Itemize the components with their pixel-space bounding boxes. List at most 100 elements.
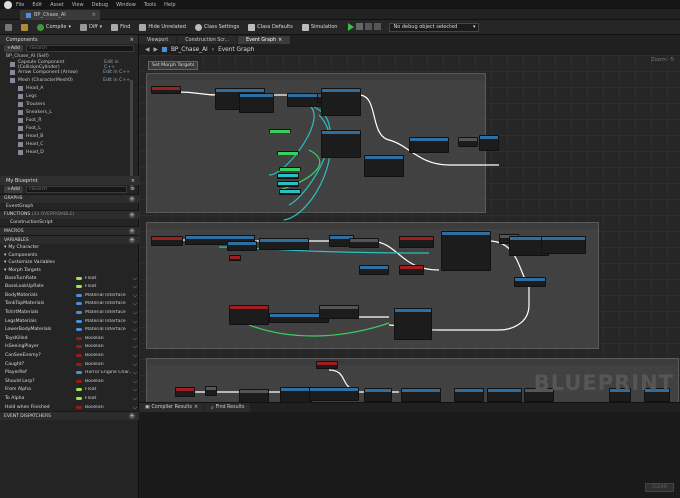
visibility-icon[interactable]: ◡ (133, 301, 137, 306)
menu-debug[interactable]: Debug (92, 2, 108, 8)
construction-script-item[interactable]: ConstructionScript (0, 219, 139, 226)
variable-row[interactable]: PlayerRef Horror Engine Char... ◡ (0, 368, 139, 377)
save-button[interactable] (5, 23, 12, 31)
blueprint-node[interactable] (259, 238, 309, 250)
diff-button[interactable]: Diff ▾ (79, 23, 102, 31)
menu-help[interactable]: Help (164, 2, 175, 8)
tab-compiler-results[interactable]: ▣ Compiler Results × (139, 403, 205, 412)
tab-find-results[interactable]: ⌕ Find Results (205, 403, 251, 412)
forward-arrow-icon[interactable]: ▶ (153, 47, 157, 53)
close-icon[interactable]: × (278, 38, 282, 43)
blueprint-node[interactable] (309, 387, 359, 401)
blueprint-node[interactable] (319, 305, 359, 319)
options-icon[interactable] (374, 23, 382, 30)
blueprint-node[interactable] (409, 137, 449, 153)
find-button[interactable]: Find (111, 23, 130, 31)
macros-section[interactable]: MACROS + (0, 226, 139, 236)
blueprint-node[interactable] (151, 236, 183, 246)
component-item[interactable]: Head_A (0, 85, 138, 93)
event-graph-item[interactable]: EventGraph (0, 203, 139, 210)
visibility-icon[interactable]: ◡ (133, 396, 137, 401)
variable-row[interactable]: LegsMaterials Material Interface ◡ (0, 317, 139, 326)
blueprint-node[interactable] (269, 129, 291, 133)
add-function-icon[interactable]: + (129, 211, 135, 218)
blueprint-node[interactable] (280, 387, 312, 402)
stop-icon[interactable] (365, 23, 373, 30)
blueprint-node[interactable] (227, 241, 257, 251)
visibility-icon[interactable]: ◡ (133, 344, 137, 349)
visibility-icon[interactable]: ◡ (133, 319, 137, 324)
compile-button[interactable]: Compile ▾ (37, 23, 71, 31)
my-blueprint-search-input[interactable]: ⌕ Search (25, 185, 127, 193)
variable-row[interactable]: ToysKilled Boolean ◡ (0, 334, 139, 343)
visibility-icon[interactable]: ◡ (133, 405, 137, 410)
blueprint-node[interactable] (454, 388, 484, 402)
variable-row[interactable]: From Alpha Float ◡ (0, 386, 139, 395)
blueprint-node[interactable] (229, 305, 269, 325)
breadcrumb-graph[interactable]: Event Graph (218, 47, 254, 53)
visibility-icon[interactable]: ◡ (133, 276, 137, 281)
blueprint-node[interactable] (359, 265, 389, 275)
variable-row[interactable]: BaseTurnRate Float ◡ (0, 274, 139, 283)
close-icon[interactable]: × (194, 405, 198, 410)
blueprint-node[interactable] (205, 386, 217, 396)
visibility-icon[interactable]: ◡ (133, 310, 137, 315)
variable-row[interactable]: TankTopMaterials Material Interface ◡ (0, 300, 139, 309)
blueprint-node[interactable] (514, 277, 546, 287)
simulation-button[interactable]: Simulation (301, 23, 337, 31)
step-icon[interactable] (356, 23, 364, 30)
blueprint-node[interactable] (399, 236, 434, 248)
variable-row[interactable]: LowerBodyMaterials Material Interface ◡ (0, 325, 139, 334)
blueprint-node[interactable] (401, 388, 441, 402)
blueprint-node[interactable] (277, 173, 299, 179)
add-member-button[interactable]: + Add (4, 185, 23, 193)
visibility-icon[interactable]: ◡ (133, 336, 137, 341)
blueprint-node[interactable] (321, 88, 361, 116)
debug-object-select[interactable]: No debug object selected ▾ (389, 22, 480, 32)
component-item[interactable]: Capsule Component (CollisionCylinder) Edi… (0, 60, 138, 70)
component-item[interactable]: Trousers (0, 101, 138, 109)
tab-construction-script[interactable]: Construction Scr... (177, 36, 238, 44)
variable-row[interactable]: BodyMaterials Material Interface ◡ (0, 291, 139, 300)
component-item[interactable]: Foot_R (0, 117, 138, 125)
blueprint-node[interactable] (399, 265, 424, 275)
component-item[interactable]: Legs (0, 93, 138, 101)
component-item[interactable]: Arrow Component (Arrow) Edit in C++ (0, 69, 138, 77)
blueprint-node[interactable] (239, 389, 269, 402)
variable-row[interactable]: To Alpha Float ◡ (0, 394, 139, 403)
event-graph-canvas[interactable]: Zoom -5 Set Morph Targets BLUEPRINT (139, 55, 680, 402)
blueprint-node[interactable] (479, 135, 499, 151)
blueprint-node[interactable] (541, 236, 586, 254)
blueprint-node[interactable] (279, 167, 301, 171)
back-arrow-icon[interactable]: ◀ (145, 47, 149, 53)
variable-row[interactable]: IsSeeingPlayer Boolean ◡ (0, 343, 139, 352)
blueprint-node[interactable] (364, 155, 404, 177)
variable-category[interactable]: ▾ My Character (0, 244, 139, 251)
component-item[interactable]: Sneakers_L (0, 109, 138, 117)
blueprint-node[interactable] (364, 388, 392, 402)
menu-window[interactable]: Window (116, 2, 136, 8)
visibility-icon[interactable]: ◡ (133, 327, 137, 332)
close-icon[interactable]: × (92, 12, 96, 18)
blueprint-node[interactable] (239, 93, 274, 113)
variable-row[interactable]: Caught? Boolean ◡ (0, 360, 139, 369)
menu-asset[interactable]: Asset (50, 2, 64, 8)
blueprint-node[interactable] (487, 388, 522, 402)
menu-file[interactable]: File (16, 2, 24, 8)
component-item[interactable]: Head_D (0, 149, 138, 157)
blueprint-node[interactable] (458, 137, 478, 147)
variable-category[interactable]: ▾ Components (0, 252, 139, 259)
blueprint-node[interactable] (279, 189, 301, 195)
menu-tools[interactable]: Tools (144, 2, 156, 8)
component-item[interactable]: Mesh (CharacterMesh0) Edit in C++ (0, 77, 138, 85)
component-item[interactable]: Foot_L (0, 125, 138, 133)
variable-category[interactable]: ▾ Morph Targets (0, 266, 139, 273)
add-graph-icon[interactable]: + (129, 195, 135, 202)
blueprint-node[interactable] (321, 130, 361, 158)
functions-section[interactable]: FUNCTIONS (33 OVERRIDABLE) + (0, 209, 139, 219)
edit-in-cpp-link[interactable]: Edit in C++ (104, 60, 130, 70)
variables-section[interactable]: VARIABLES + (0, 235, 139, 245)
visibility-icon[interactable]: ◡ (133, 362, 137, 367)
gear-icon[interactable]: ⚙ (131, 187, 135, 192)
close-icon[interactable]: × (131, 178, 135, 184)
